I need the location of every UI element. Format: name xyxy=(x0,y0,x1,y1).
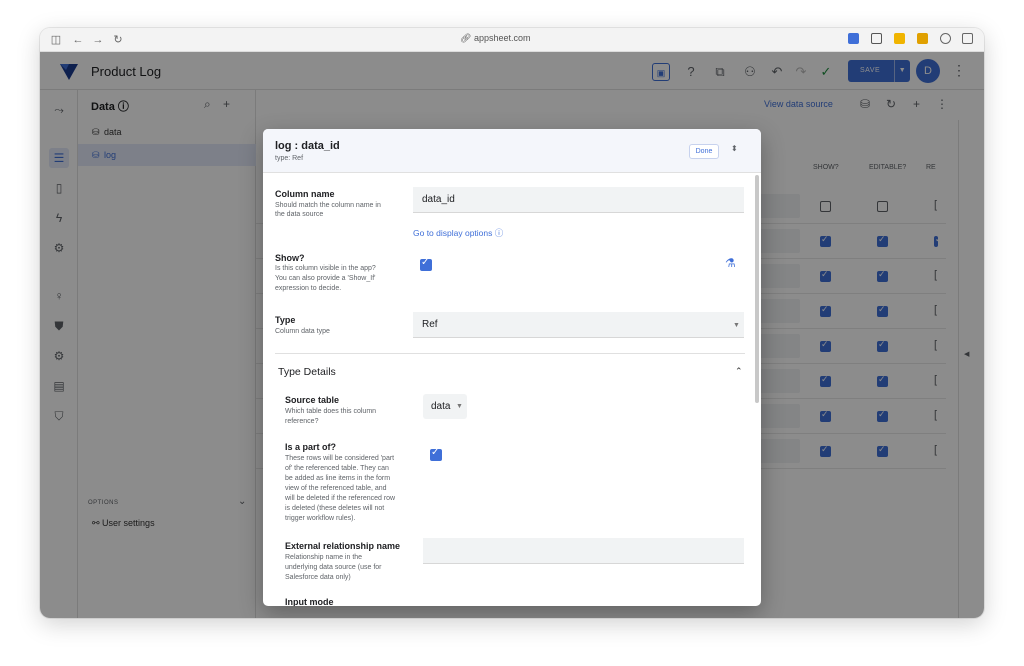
expand-collapse-icon[interactable]: ⬍ xyxy=(731,144,738,153)
done-button[interactable]: Done xyxy=(689,144,719,159)
external-rel-input[interactable] xyxy=(423,538,744,564)
type-details-title: Type Details xyxy=(278,366,336,378)
external-rel-label: External relationship name xyxy=(285,541,401,551)
part-of-desc-line: These rows will be considered 'part xyxy=(285,455,395,462)
dropdown-caret-icon: ▼ xyxy=(456,403,463,410)
extension-icon[interactable] xyxy=(917,33,928,44)
type-desc-line: Column data type xyxy=(275,328,330,335)
show-desc-line: Is this column visible in the app? xyxy=(275,265,376,272)
source-table-value: data xyxy=(431,401,451,412)
extension-icon[interactable] xyxy=(894,33,905,44)
reader-icon[interactable] xyxy=(940,33,951,44)
type-select[interactable]: Ref xyxy=(413,312,744,338)
external-rel-desc-line: Salesforce data only) xyxy=(285,574,351,581)
extension-icon[interactable] xyxy=(871,33,882,44)
show-label: Show? xyxy=(275,253,305,263)
browser-window: ◫ ← → ↻ 🔗︎ appsheet.com Product Log ▣ ? … xyxy=(40,28,984,618)
link-icon: 🔗︎ xyxy=(460,33,474,43)
part-of-desc-line: view of the referenced table, and xyxy=(285,485,387,492)
flask-icon[interactable]: ⚗ xyxy=(725,256,736,270)
dialog-title: log : data_id xyxy=(275,140,340,152)
appsheet-editor: Product Log ▣ ? ⧉ ⚇ ↶ ↷ ✓ SAVE ▼ D ⋮ ⤳ ☰… xyxy=(40,52,984,618)
input-mode-label: Input mode xyxy=(285,597,334,606)
external-rel-desc-line: underlying data source (use for xyxy=(285,564,382,571)
dropdown-caret-icon: ▼ xyxy=(733,322,740,329)
display-options-link[interactable]: Go to display options ⓘ xyxy=(413,227,503,239)
source-table-desc-line: Which table does this column xyxy=(285,408,377,415)
type-label: Type xyxy=(275,315,296,325)
part-of-desc-line: will be deleted if the referenced row xyxy=(285,495,396,502)
dialog-subtitle: type: Ref xyxy=(275,155,304,162)
show-checkbox[interactable] xyxy=(420,257,432,271)
column-name-input[interactable]: data_id xyxy=(413,187,744,213)
show-desc-line: You can also provide a 'Show_If' xyxy=(275,275,376,282)
external-rel-desc-line: Relationship name in the xyxy=(285,554,363,561)
reload-icon[interactable]: ↻ xyxy=(110,32,126,48)
column-name-label: Column name xyxy=(275,189,335,199)
part-of-desc-line: be added as line items in the form xyxy=(285,475,391,482)
part-of-desc-line: trigger workflow rules). xyxy=(285,515,356,522)
part-of-desc-line: is deleted (these deletes will not xyxy=(285,505,385,512)
column-name-desc-line: the data source xyxy=(275,211,324,218)
url-text: appsheet.com xyxy=(473,33,531,43)
back-icon[interactable]: ← xyxy=(70,32,86,48)
column-editor-dialog: log : data_id type: Ref Done ⬍ Column na… xyxy=(263,129,761,606)
sidebar-icon[interactable]: ◫ xyxy=(48,32,64,48)
part-of-checkbox[interactable] xyxy=(430,447,442,461)
tabs-icon[interactable] xyxy=(962,33,973,44)
chevron-up-icon[interactable]: ⌃ xyxy=(735,366,743,377)
source-table-desc-line: reference? xyxy=(285,418,319,425)
forward-icon[interactable]: → xyxy=(90,32,106,48)
part-of-label: Is a part of? xyxy=(285,442,337,452)
show-desc-line: expression to decide. xyxy=(275,285,342,292)
address-bar[interactable]: 🔗︎ appsheet.com xyxy=(460,33,530,44)
browser-toolbar: ◫ ← → ↻ 🔗︎ appsheet.com xyxy=(40,28,984,52)
dialog-header: log : data_id type: Ref Done ⬍ xyxy=(263,129,761,173)
extension-icon[interactable] xyxy=(848,33,859,44)
dialog-scrollbar[interactable] xyxy=(755,175,759,403)
divider xyxy=(275,353,745,354)
part-of-desc-line: of' the referenced table. They can xyxy=(285,465,389,472)
source-table-label: Source table xyxy=(285,395,340,405)
